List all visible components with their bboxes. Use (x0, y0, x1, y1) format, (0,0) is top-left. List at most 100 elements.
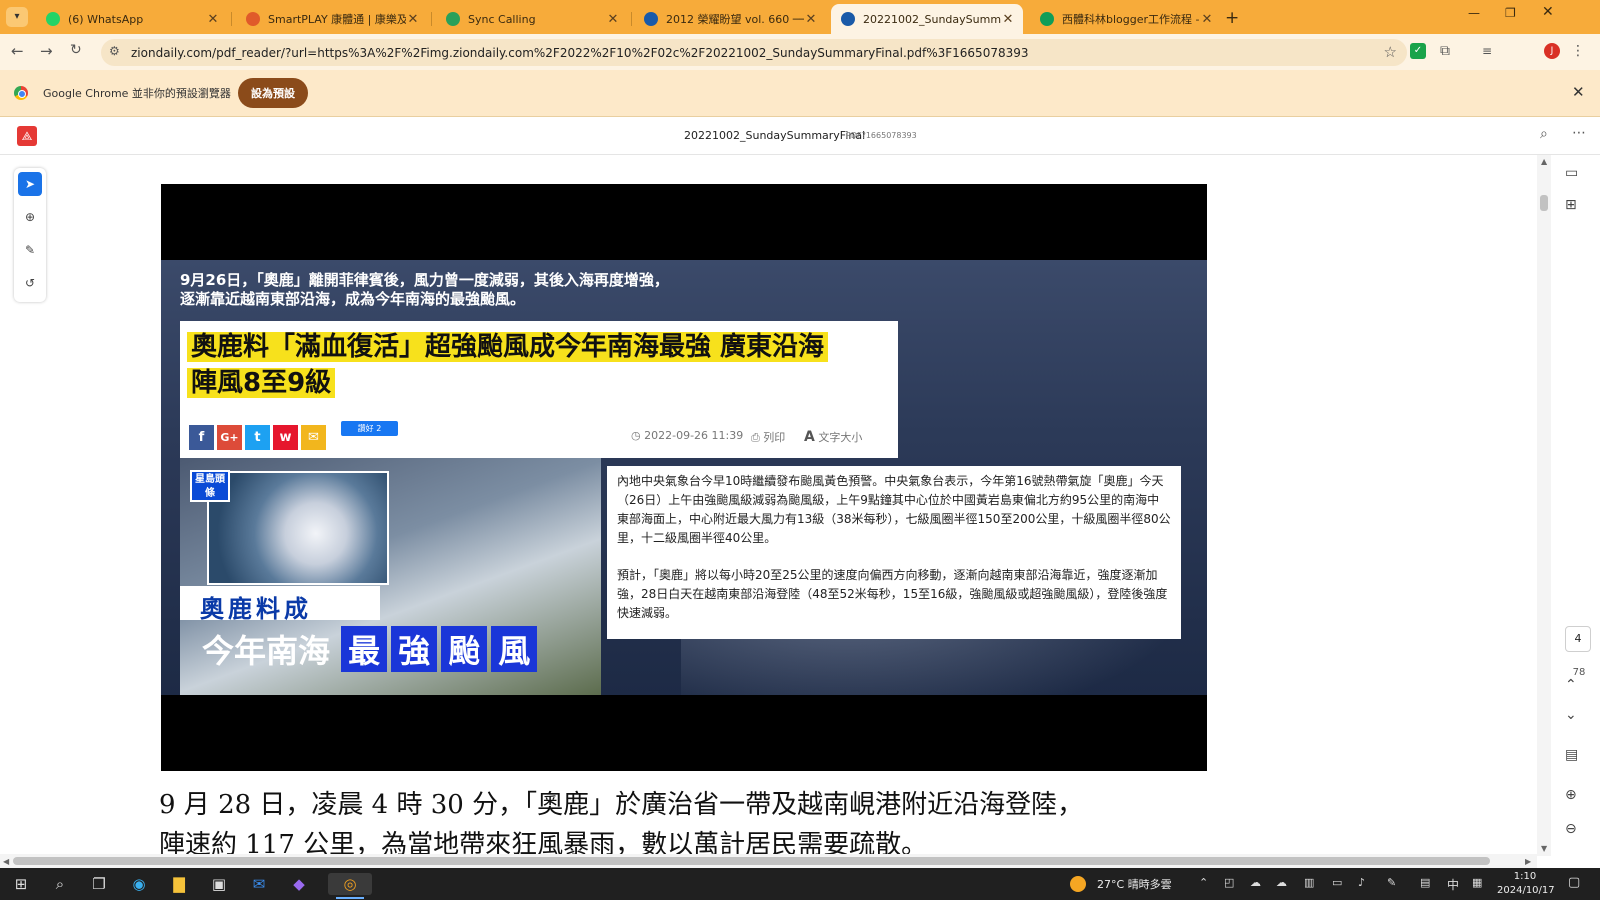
tab-close-icon[interactable]: ✕ (406, 12, 420, 27)
select-tool-icon[interactable]: ➤ (18, 172, 42, 196)
tab-close-icon[interactable]: ✕ (206, 12, 220, 27)
pdf-more-options-icon[interactable]: ⋯ (1572, 125, 1586, 141)
extension-check-icon[interactable]: ✓ (1410, 43, 1426, 59)
tab-close-icon[interactable]: ✕ (1001, 12, 1015, 27)
lasso-tool-icon[interactable]: ↺ (18, 271, 42, 295)
scroll-up-arrow-icon[interactable]: ▲ (1541, 157, 1547, 166)
vertical-scrollbar[interactable]: ▲ ▼ (1537, 155, 1551, 856)
zoom-out-icon[interactable]: ⊖ (1565, 821, 1577, 837)
clock-date: 2024/10/17 (1497, 885, 1555, 896)
browser-tab[interactable]: 2012 榮耀盼望 vol. 660 ── 雙✕ (634, 4, 826, 34)
pdf-search-icon[interactable]: ⌕ (1540, 126, 1548, 142)
infobar-close-icon[interactable]: ✕ (1572, 83, 1585, 101)
page-info-icon[interactable]: ▤ (1565, 747, 1578, 763)
meet-icon[interactable]: ◰ (1224, 876, 1234, 889)
temperature-text: 27°C (1097, 878, 1125, 891)
twitter-share-icon[interactable]: t (245, 425, 270, 450)
windows-start-icon[interactable]: ⊞ (10, 873, 32, 895)
email-share-icon[interactable]: ✉ (301, 425, 326, 450)
chrome-logo-icon (14, 86, 28, 100)
tab-title: Sync Calling (468, 12, 536, 26)
volume-icon[interactable]: ♪ (1358, 876, 1365, 889)
restore-button[interactable]: ❐ (1505, 6, 1516, 20)
microsoft-store-icon[interactable]: ▣ (208, 873, 230, 895)
tab-close-icon[interactable]: ✕ (804, 12, 818, 27)
browser-tab[interactable]: (6) WhatsApp ✕ (36, 4, 228, 34)
google-plus-share-icon[interactable]: G+ (217, 425, 242, 450)
tab-title: SmartPLAY 康體通 | 康樂及文化 (268, 13, 406, 26)
facebook-share-icon[interactable]: f (189, 425, 214, 450)
tab-close-icon[interactable]: ✕ (1200, 12, 1214, 27)
page-down-chevron-icon[interactable]: ⌄ (1565, 707, 1577, 723)
onedrive-icon[interactable]: ☁ (1276, 876, 1287, 889)
caption-line-1: 9月26日，「奧鹿」離開菲律賓後，風力曾一度減弱，其後入海再度增強， (180, 271, 669, 289)
system-clock[interactable]: 1:10 2024/10/17 (1497, 870, 1555, 898)
facebook-like-button[interactable]: 讚好 2 (341, 421, 398, 436)
address-bar[interactable]: ⚙ ziondaily.com/pdf_reader/?url=https%3A… (101, 39, 1407, 66)
scroll-down-arrow-icon[interactable]: ▼ (1541, 844, 1547, 853)
notification-center-icon[interactable]: ▢ (1568, 875, 1580, 890)
set-default-button[interactable]: 設為預設 (238, 78, 308, 108)
minimize-button[interactable]: — (1468, 6, 1480, 20)
extensions-puzzle-icon[interactable]: ⧉ (1440, 43, 1456, 59)
browser-tab[interactable]: Sync Calling ✕ (436, 4, 628, 34)
forward-button[interactable]: → (40, 42, 53, 60)
weather-widget[interactable]: 27°C 晴時多雲 (1097, 876, 1172, 892)
cloud-offline-icon[interactable]: ☁ (1250, 876, 1261, 889)
app-icon[interactable]: ◆ (288, 873, 310, 895)
scroll-right-arrow-icon[interactable]: ▶ (1525, 857, 1531, 866)
clock-time: 1:10 (1513, 871, 1537, 882)
url-text[interactable]: ziondaily.com/pdf_reader/?url=https%3A%2… (131, 46, 1029, 60)
tab-search-dropdown-icon[interactable]: ▾ (6, 7, 28, 27)
pdf-viewer-header: ⟁ 20221002_SundaySummaryFinal PDF?166507… (0, 117, 1600, 155)
task-view-icon[interactable]: ❐ (88, 873, 110, 895)
bookmark-star-icon[interactable]: ☆ (1384, 43, 1397, 61)
close-window-button[interactable]: ✕ (1542, 4, 1554, 20)
mail-icon[interactable]: ✉ (248, 873, 270, 895)
comment-tool-icon[interactable]: ⊕ (18, 205, 42, 229)
show-hidden-icons-chevron[interactable]: ⌃ (1199, 876, 1208, 889)
news-headline: 奧鹿料「滿血復活」超強颱風成今年南海最強 廣東沿海 陣風8至9級 (187, 329, 892, 401)
font-size-link[interactable]: A 文字大小 (804, 429, 862, 445)
browser-tab[interactable]: 西體科林blogger工作流程 - Go✕ (1030, 4, 1222, 34)
print-link[interactable]: ⎙ 列印 (751, 429, 785, 445)
browser-tab[interactable]: SmartPLAY 康體通 | 康樂及文化✕ (236, 4, 428, 34)
current-page-input[interactable]: 4 (1565, 626, 1591, 652)
new-tab-button[interactable]: + (1225, 8, 1239, 28)
draw-tool-icon[interactable]: ✎ (18, 238, 42, 262)
pen-icon[interactable]: ✎ (1387, 876, 1396, 889)
page-up-chevron-icon[interactable]: ⌃ (1565, 677, 1577, 693)
publish-datetime: ◷ 2022-09-26 11:39 (631, 429, 744, 442)
keyboard-icon[interactable]: ▤ (1420, 876, 1430, 889)
search-icon[interactable]: ⌕ (49, 873, 71, 895)
site-info-icon[interactable]: ⚙ (109, 44, 120, 58)
zoom-in-icon[interactable]: ⊕ (1565, 787, 1577, 803)
thumb-line-2-prefix: 今年南海 (202, 632, 331, 670)
media-controls-icon[interactable]: ≡ (1482, 43, 1498, 59)
browser-tab[interactable]: 20221002_SundaySummaryF✕ (831, 4, 1023, 34)
tab-title: 2012 榮耀盼望 vol. 660 ── 雙 (666, 13, 804, 26)
thumb-highlight-char: 強 (391, 626, 438, 672)
file-explorer-icon[interactable]: ▇ (168, 873, 190, 895)
ime-mode-icon[interactable]: ▦ (1472, 876, 1482, 889)
back-button[interactable]: ← (11, 42, 24, 60)
horizontal-scroll-thumb[interactable] (13, 857, 1490, 865)
edge-browser-icon[interactable]: ◉ (128, 873, 150, 895)
comments-panel-icon[interactable]: ▭ (1565, 165, 1578, 181)
tab-favicon-icon (841, 12, 855, 26)
body-line-2: 陣速約 117 公里，為當地帶來狂風暴雨，數以萬計居民需要疏散。 (159, 830, 928, 856)
network-icon[interactable]: ▭ (1332, 876, 1342, 889)
tab-close-icon[interactable]: ✕ (606, 12, 620, 27)
horizontal-scrollbar[interactable]: ◀ ▶ (0, 854, 1537, 868)
scroll-left-arrow-icon[interactable]: ◀ (3, 857, 9, 866)
reload-button[interactable]: ↻ (70, 42, 82, 58)
weibo-share-icon[interactable]: w (273, 425, 298, 450)
storage-icon[interactable]: ▥ (1304, 876, 1314, 889)
chrome-menu-icon[interactable]: ⋮ (1571, 43, 1587, 59)
chrome-taskbar-icon[interactable]: ◎ (328, 873, 372, 895)
thumbnails-grid-icon[interactable]: ⊞ (1565, 197, 1577, 213)
article-paragraph-1: 內地中央氣象台今早10時繼續發布颱風黃色預警。中央氣象台表示，今年第16號熱帶氣… (617, 474, 1171, 545)
vertical-scroll-thumb[interactable] (1540, 195, 1548, 211)
profile-avatar[interactable]: J (1544, 43, 1560, 59)
ime-indicator[interactable]: 中 (1447, 876, 1459, 893)
